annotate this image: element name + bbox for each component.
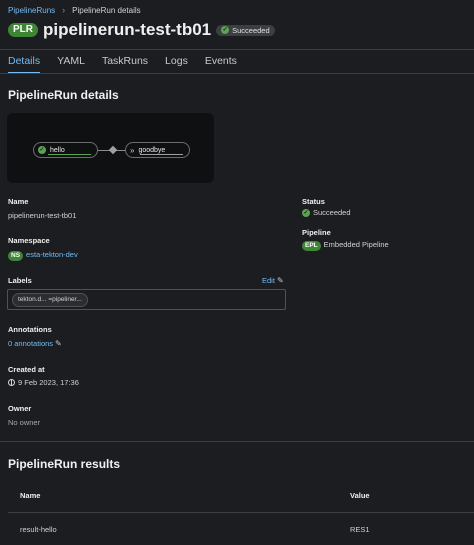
result-value: RES1 — [350, 525, 370, 534]
annotations-link: 0 annotations — [8, 339, 54, 348]
graph-node-label: goodbye — [138, 146, 166, 154]
labels-edit-button[interactable]: Edit ✎ — [262, 276, 284, 285]
label-chip[interactable]: tekton.d... =pipeliner... — [12, 293, 88, 307]
created-value: 9 Feb 2023, 17:36 — [8, 378, 79, 387]
labels-edit-label: Edit — [262, 276, 275, 285]
tab-taskruns[interactable]: TaskRuns — [102, 50, 148, 73]
table-row: result-hello RES1 — [8, 512, 474, 545]
tab-details[interactable]: Details — [8, 50, 41, 74]
results-table-header: Name Value — [8, 482, 474, 511]
graph-node-hello[interactable]: ✓ hello — [33, 142, 98, 158]
breadcrumb-pipelineruns-link[interactable]: PipelineRuns — [8, 6, 55, 15]
labels-box[interactable]: tekton.d... =pipeliner... — [7, 289, 286, 310]
column-header-name[interactable]: Name — [20, 491, 40, 500]
results-heading: PipelineRun results — [8, 457, 121, 471]
status-badge: ✓ Succeeded — [216, 24, 275, 36]
created-label: Created at — [8, 365, 45, 374]
details-heading: PipelineRun details — [8, 88, 119, 102]
status-badge-label: Succeeded — [232, 25, 270, 35]
check-circle-icon: ✓ — [38, 146, 46, 154]
owner-label: Owner — [8, 404, 32, 413]
owner-value: No owner — [8, 418, 41, 427]
pencil-icon: ✎ — [55, 339, 62, 348]
graph-join-diamond — [108, 145, 118, 155]
result-name: result-hello — [20, 525, 57, 534]
labels-label: Labels — [8, 276, 32, 285]
double-chevron-right-icon: » — [130, 145, 135, 155]
pencil-icon: ✎ — [276, 276, 284, 285]
status-label: Status — [302, 197, 325, 206]
namespace-link[interactable]: esta-tekton-dev — [26, 250, 78, 259]
created-timestamp: 9 Feb 2023, 17:36 — [18, 378, 79, 387]
graph-node-label: hello — [50, 146, 65, 154]
annotations-label: Annotations — [8, 325, 52, 334]
breadcrumb-separator-icon: › — [62, 5, 66, 15]
graph-node-progress — [48, 154, 91, 155]
tab-yaml[interactable]: YAML — [57, 50, 85, 73]
graph-node-goodbye[interactable]: » goodbye — [125, 142, 190, 158]
breadcrumb: PipelineRuns › PipelineRun details — [8, 5, 141, 15]
page-title: pipelinerun-test-tb01 — [43, 20, 212, 39]
tab-logs[interactable]: Logs — [165, 50, 188, 73]
pipeline-graph: ✓ hello » goodbye — [7, 113, 214, 183]
section-divider — [0, 441, 474, 442]
page-header: PLR pipelinerun-test-tb01 ✓ Succeeded — [8, 20, 275, 40]
pipeline-badge: EPL — [302, 241, 321, 251]
breadcrumb-current: PipelineRun details — [72, 5, 141, 15]
name-label: Name — [8, 197, 29, 206]
status-value: ✓ Succeeded — [302, 208, 351, 217]
check-circle-icon: ✓ — [221, 26, 230, 34]
namespace-badge: NS — [8, 251, 24, 261]
tabs-divider — [0, 73, 474, 74]
namespace-label: Namespace — [8, 236, 50, 245]
pipeline-label: Pipeline — [302, 228, 331, 237]
column-header-value[interactable]: Value — [350, 491, 370, 500]
pipeline-name: Embedded Pipeline — [323, 240, 389, 249]
annotations-edit-button[interactable]: 0 annotations ✎ — [8, 339, 62, 348]
tab-events[interactable]: Events — [205, 50, 237, 73]
resource-badge: PLR — [8, 23, 38, 37]
tab-bar: Details YAML TaskRuns Logs Events — [8, 50, 254, 74]
check-circle-icon: ✓ — [302, 208, 310, 217]
namespace-value: NS esta-tekton-dev — [8, 250, 78, 261]
globe-icon — [8, 379, 15, 386]
name-value: pipelinerun-test-tb01 — [8, 211, 77, 220]
status-value-label: Succeeded — [313, 208, 351, 217]
pipeline-value: EPL Embedded Pipeline — [302, 240, 389, 251]
graph-node-progress — [140, 154, 183, 155]
